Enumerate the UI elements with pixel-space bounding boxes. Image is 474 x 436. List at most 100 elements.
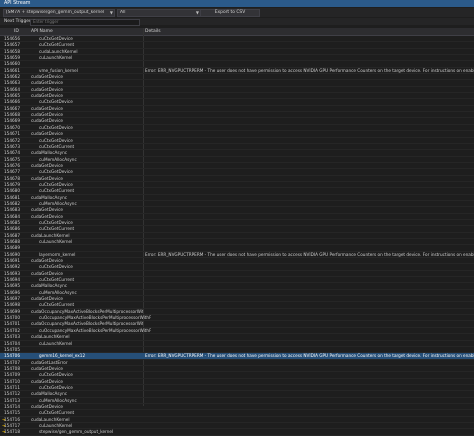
row-api-name: vme_fusion_kernel bbox=[39, 67, 78, 73]
row-api-name: cudaGetLastError bbox=[31, 359, 68, 365]
row-id: 154667 bbox=[4, 105, 20, 111]
row-id: 154670 bbox=[4, 124, 20, 130]
row-id: 154701 bbox=[4, 321, 20, 327]
row-details: Error: ERR_NVGPUCTRPERM - The user does … bbox=[145, 353, 474, 359]
row-api-name: cuLaunchKernel bbox=[39, 422, 73, 428]
row-api-name: cudaGetDevice bbox=[31, 86, 63, 92]
row-id: 154657 bbox=[4, 42, 20, 48]
row-id: 154697 bbox=[4, 296, 20, 302]
row-id: 154659 bbox=[4, 55, 20, 61]
row-api-name: cuLaunchKernel bbox=[39, 239, 73, 244]
row-api-name: cuOccupancyMaxActiveBlocksPerMultiproces… bbox=[39, 327, 151, 333]
row-id: 154699 bbox=[4, 308, 20, 314]
row-id: 154692 bbox=[4, 264, 20, 270]
row-id: 154656 bbox=[4, 36, 20, 41]
row-id: 154688 bbox=[4, 239, 20, 244]
row-api-name: cudaGetDevice bbox=[31, 93, 63, 99]
row-api-name: cuCtxGetDevice bbox=[39, 36, 73, 41]
row-api-name: cudaGetDevice bbox=[31, 118, 63, 124]
row-id: 154686 bbox=[4, 226, 20, 232]
row-id: 154716 bbox=[4, 416, 20, 422]
row-api-name: cuMemAllocAsync bbox=[39, 289, 77, 295]
row-id: 154687 bbox=[4, 232, 20, 238]
row-id: 154718 bbox=[4, 429, 20, 435]
row-id: 154665 bbox=[4, 93, 20, 99]
export-csv-button[interactable]: Export to CSV bbox=[200, 9, 260, 17]
row-id: 154684 bbox=[4, 213, 20, 219]
filter-select[interactable]: All ▼ bbox=[117, 9, 201, 17]
row-id: 154674 bbox=[4, 150, 20, 156]
row-api-name: cudaGetDevice bbox=[31, 131, 63, 137]
row-id: 154658 bbox=[4, 48, 20, 54]
row-id: 154691 bbox=[4, 258, 20, 264]
row-api-name: cuLaunchKernel bbox=[39, 340, 73, 346]
column-header-api-name[interactable]: API Name bbox=[31, 28, 53, 35]
row-api-name: cuCtxGetCurrent bbox=[39, 277, 75, 283]
row-api-name: cudaGetDevice bbox=[31, 365, 63, 371]
row-id: 154693 bbox=[4, 270, 20, 276]
toolbar: [SM7A + stepwise/gen_gemm_output_kernel … bbox=[0, 8, 474, 17]
row-id: 154708 bbox=[4, 365, 20, 371]
row-id: 154669 bbox=[4, 118, 20, 124]
row-id: 154695 bbox=[4, 283, 20, 289]
row-api-name: gemm16_kernel_ex12 bbox=[39, 353, 86, 359]
row-api-name: stepwise/gen_gemm_output_kernel bbox=[39, 429, 114, 435]
column-header-id[interactable]: ID bbox=[14, 28, 19, 35]
row-api-name: cudaGetDevice bbox=[31, 258, 63, 264]
row-id: 154704 bbox=[4, 340, 20, 346]
row-api-name: cuMemAllocAsync bbox=[39, 397, 77, 403]
row-id: 154675 bbox=[4, 156, 20, 162]
row-id: 154689 bbox=[4, 245, 20, 251]
row-api-name: cudaGetDevice bbox=[31, 378, 63, 384]
row-id: 154676 bbox=[4, 162, 20, 168]
row-id: 154694 bbox=[4, 277, 20, 283]
row-api-name: cudaGetDevice bbox=[31, 175, 63, 181]
next-trigger-input[interactable]: Enter trigger bbox=[30, 19, 140, 26]
row-api-name: cudaGetDevice bbox=[31, 296, 63, 302]
row-id: 154683 bbox=[4, 207, 20, 213]
api-stream-table: ID API Name Details 154656 cuCtxGetDevice… bbox=[0, 28, 474, 436]
row-id: 154698 bbox=[4, 302, 20, 308]
row-api-name: cudaLaunchKernel bbox=[39, 48, 78, 54]
row-api-name: cudaLaunchKernel bbox=[31, 334, 70, 340]
row-api-name: cudaMallocAsync bbox=[31, 283, 68, 289]
row-id: 154712 bbox=[4, 391, 20, 397]
row-id: 154707 bbox=[4, 359, 20, 365]
column-header-details[interactable]: Details bbox=[145, 28, 161, 35]
event-select[interactable]: [SM7A + stepwise/gen_gemm_output_kernel … bbox=[3, 9, 115, 17]
row-id: 154680 bbox=[4, 188, 20, 194]
row-api-name: cuCtxGetDevice bbox=[39, 372, 73, 378]
row-id: 154673 bbox=[4, 143, 20, 149]
row-api-name: cuCtxGetCurrent bbox=[39, 42, 75, 48]
row-api-name: cuCtxGetDevice bbox=[39, 384, 73, 390]
row-id: 154690 bbox=[4, 251, 20, 257]
row-id: 154705 bbox=[4, 346, 20, 352]
row-api-name: cuCtxGetCurrent bbox=[39, 143, 75, 149]
row-api-name: cuCtxGetCurrent bbox=[39, 410, 75, 416]
row-id: 154713 bbox=[4, 397, 20, 403]
chevron-down-icon: ▼ bbox=[109, 10, 113, 15]
event-select-value: [SM7A + stepwise/gen_gemm_output_kernel bbox=[6, 10, 105, 15]
table-header: ID API Name Details bbox=[0, 28, 474, 36]
row-api-name: cudaOccupancyMaxActiveBlocksPerMultiproc… bbox=[31, 308, 143, 314]
row-id: 154662 bbox=[4, 74, 20, 80]
row-id: 154710 bbox=[4, 378, 20, 384]
row-api-name: cudaLaunchKernel bbox=[31, 232, 70, 238]
row-id: 154668 bbox=[4, 112, 20, 118]
row-id: 154660 bbox=[4, 61, 20, 67]
row-id: 154696 bbox=[4, 289, 20, 295]
row-id: 154682 bbox=[4, 200, 20, 206]
row-api-name: cudaLaunchKernel bbox=[31, 416, 70, 422]
row-api-name: cuCtxGetDevice bbox=[39, 137, 73, 143]
row-api-name: cuCtxGetCurrent bbox=[39, 302, 75, 308]
row-id: 154685 bbox=[4, 219, 20, 225]
row-api-name: cuCtxGetDevice bbox=[39, 99, 73, 105]
row-api-name: cudaGetDevice bbox=[31, 80, 63, 86]
table-row[interactable]: ➜ 154718 stepwise/gen_gemm_output_kernel bbox=[0, 429, 474, 436]
row-id: 154679 bbox=[4, 181, 20, 187]
row-api-name: cuCtxGetDevice bbox=[39, 264, 73, 270]
row-api-name: cuCtxGetDevice bbox=[39, 169, 73, 175]
chevron-down-icon: ▼ bbox=[195, 10, 199, 15]
row-api-name: cuCtxGetDevice bbox=[39, 181, 73, 187]
filter-select-value: All bbox=[120, 10, 126, 15]
